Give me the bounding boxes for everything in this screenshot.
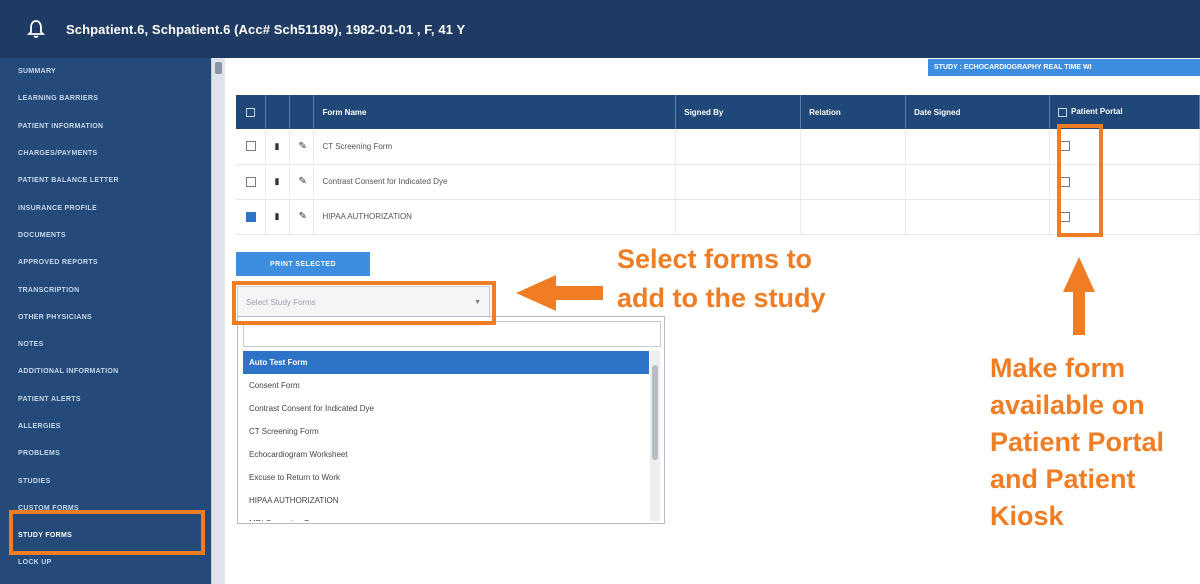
print-cell: ▮ bbox=[265, 199, 291, 235]
select-all-checkbox[interactable] bbox=[246, 107, 255, 117]
edit-cell: ✎ bbox=[289, 129, 315, 165]
print-column-header bbox=[265, 95, 291, 129]
signed-by-header[interactable]: Signed By bbox=[675, 95, 802, 129]
study-forms-table: Form Name Signed By Relation Date Signed… bbox=[236, 95, 1200, 235]
table-row: ▮ ✎ HIPAA AUTHORIZATION bbox=[236, 199, 1200, 235]
dropdown-scrollbar[interactable] bbox=[650, 351, 660, 521]
left-arrow-icon bbox=[516, 275, 603, 311]
date-signed-cell bbox=[905, 164, 1051, 200]
dropdown-option[interactable]: Excuse to Return to Work bbox=[243, 466, 649, 489]
annotation-line: Select forms to bbox=[617, 244, 813, 274]
row-checkbox[interactable] bbox=[246, 211, 256, 222]
sidebar-item-problems[interactable]: Problems bbox=[0, 440, 211, 467]
sidebar-item-additional-information[interactable]: Additional Information bbox=[0, 358, 211, 385]
row-select-cell bbox=[236, 199, 267, 235]
pencil-icon[interactable]: ✎ bbox=[298, 141, 306, 152]
app-window: Schpatient.6, Schpatient.6 (Acc# Sch5118… bbox=[0, 0, 1200, 584]
sidebar-item-patient-alerts[interactable]: Patient Alerts bbox=[0, 386, 211, 413]
sidebar-item-approved-reports[interactable]: Approved Reports bbox=[0, 249, 211, 276]
annotation-line: Kiosk bbox=[990, 501, 1064, 531]
sidebar-scroll-thumb[interactable] bbox=[215, 62, 222, 74]
relation-cell bbox=[800, 129, 907, 165]
dropdown-option[interactable]: Consent Form bbox=[243, 374, 649, 397]
pencil-icon[interactable]: ✎ bbox=[298, 176, 306, 187]
select-all-header[interactable] bbox=[236, 95, 267, 129]
signed-by-cell bbox=[675, 129, 802, 165]
sidebar-item-other-physicians[interactable]: Other Physicians bbox=[0, 304, 211, 331]
annotation-line: available on bbox=[990, 390, 1145, 420]
up-arrow-icon bbox=[1063, 257, 1095, 335]
row-checkbox[interactable] bbox=[246, 141, 256, 152]
date-signed-header[interactable]: Date Signed bbox=[905, 95, 1051, 129]
form-name-cell: HIPAA AUTHORIZATION bbox=[313, 199, 677, 235]
signed-by-cell bbox=[675, 164, 802, 200]
row-checkbox[interactable] bbox=[246, 176, 256, 187]
edit-column-header bbox=[289, 95, 315, 129]
table-row: ▮ ✎ CT Screening Form bbox=[236, 129, 1200, 165]
relation-cell bbox=[800, 199, 907, 235]
dropdown-options-list: Auto Test Form Consent Form Contrast Con… bbox=[243, 351, 649, 521]
study-badge: STUDY : ECHOCARDIOGRAPHY REAL TIME WI bbox=[928, 59, 1200, 76]
select-highlight-box bbox=[232, 281, 496, 325]
sidebar-item-patient-balance-letter[interactable]: Patient Balance Letter bbox=[0, 167, 211, 194]
patient-title: Schpatient.6, Schpatient.6 (Acc# Sch5118… bbox=[66, 21, 466, 37]
sidebar-item-learning-barriers[interactable]: Learning Barriers bbox=[0, 85, 211, 112]
study-forms-highlight-box bbox=[9, 510, 205, 555]
table-header-row: Form Name Signed By Relation Date Signed… bbox=[236, 95, 1200, 129]
sidebar-item-notes[interactable]: Notes bbox=[0, 331, 211, 358]
annotation-line: add to the study bbox=[617, 283, 826, 313]
sidebar-item-summary[interactable]: Summary bbox=[0, 58, 211, 85]
bell-icon[interactable] bbox=[18, 11, 54, 47]
dropdown-option[interactable]: Echocardiogram Worksheet bbox=[243, 443, 649, 466]
dropdown-scroll-thumb[interactable] bbox=[652, 365, 658, 460]
date-signed-cell bbox=[905, 129, 1051, 165]
row-select-cell bbox=[236, 129, 267, 165]
sidebar-nav: Summary Learning Barriers Patient Inform… bbox=[0, 58, 211, 584]
dropdown-option[interactable]: Auto Test Form bbox=[243, 351, 649, 374]
sidebar-item-allergies[interactable]: Allergies bbox=[0, 413, 211, 440]
patient-header: Schpatient.6, Schpatient.6 (Acc# Sch5118… bbox=[0, 0, 1200, 58]
patient-portal-annotation: Make form available on Patient Portal an… bbox=[990, 350, 1164, 535]
edit-cell: ✎ bbox=[289, 199, 315, 235]
pencil-icon[interactable]: ✎ bbox=[298, 211, 306, 222]
signed-by-cell bbox=[675, 199, 802, 235]
patient-portal-label: Patient Portal bbox=[1071, 107, 1123, 117]
relation-cell bbox=[800, 164, 907, 200]
select-forms-annotation: Select forms to add to the study bbox=[617, 240, 826, 318]
print-icon[interactable]: ▮ bbox=[274, 141, 279, 151]
print-cell: ▮ bbox=[265, 164, 291, 200]
print-cell: ▮ bbox=[265, 129, 291, 165]
portal-all-checkbox[interactable] bbox=[1058, 107, 1068, 117]
sidebar-item-patient-information[interactable]: Patient Information bbox=[0, 113, 211, 140]
relation-header[interactable]: Relation bbox=[800, 95, 907, 129]
annotation-line: Make form bbox=[990, 353, 1126, 383]
table-row: ▮ ✎ Contrast Consent for Indicated Dye bbox=[236, 164, 1200, 200]
dropdown-option[interactable]: Contrast Consent for Indicated Dye bbox=[243, 397, 649, 420]
annotation-line: and Patient bbox=[990, 464, 1136, 494]
print-icon[interactable]: ▮ bbox=[274, 211, 279, 221]
print-icon[interactable]: ▮ bbox=[274, 176, 279, 186]
dropdown-option[interactable]: MRI Screening Form bbox=[243, 512, 649, 521]
row-select-cell bbox=[236, 164, 267, 200]
sidebar-item-charges-payments[interactable]: Charges/Payments bbox=[0, 140, 211, 167]
sidebar-item-transcription[interactable]: Transcription bbox=[0, 276, 211, 303]
edit-cell: ✎ bbox=[289, 164, 315, 200]
print-selected-button[interactable]: PRINT SELECTED bbox=[236, 252, 370, 276]
portal-highlight-box bbox=[1057, 124, 1103, 237]
annotation-line: Patient Portal bbox=[990, 427, 1165, 457]
sidebar-item-documents[interactable]: Documents bbox=[0, 222, 211, 249]
dropdown-option[interactable]: HIPAA AUTHORIZATION bbox=[243, 489, 649, 512]
study-forms-dropdown: Auto Test Form Consent Form Contrast Con… bbox=[237, 316, 665, 524]
form-name-cell: Contrast Consent for Indicated Dye bbox=[313, 164, 677, 200]
sidebar-item-insurance-profile[interactable]: Insurance Profile bbox=[0, 194, 211, 221]
sidebar-item-studies[interactable]: Studies bbox=[0, 467, 211, 494]
form-name-cell: CT Screening Form bbox=[313, 129, 677, 165]
date-signed-cell bbox=[905, 199, 1051, 235]
dropdown-option[interactable]: CT Screening Form bbox=[243, 420, 649, 443]
sidebar-scrollbar[interactable] bbox=[211, 58, 225, 584]
form-name-header[interactable]: Form Name bbox=[313, 95, 677, 129]
